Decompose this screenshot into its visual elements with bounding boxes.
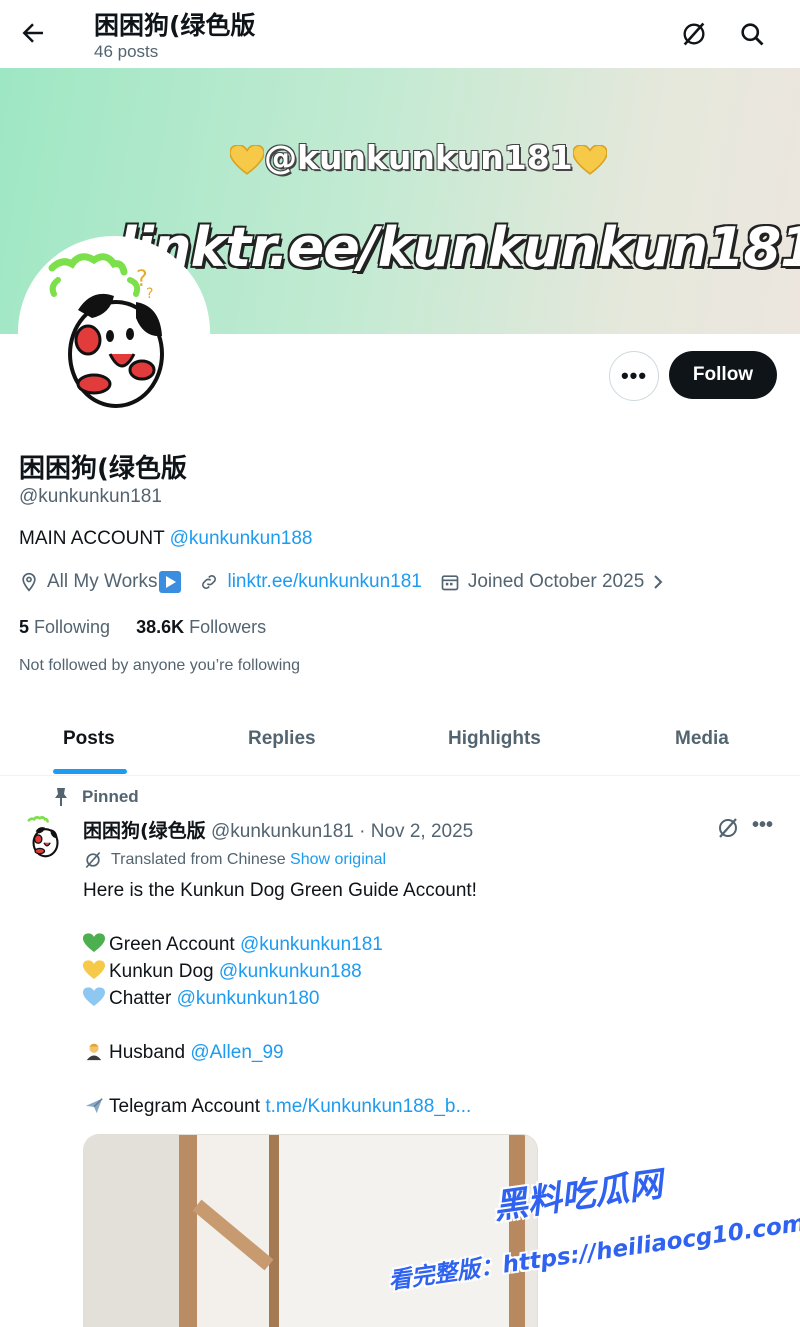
following-stat[interactable]: 5 Following [19,617,110,638]
chevron-right-icon [654,575,663,589]
back-arrow-icon[interactable] [18,18,48,48]
translation-note: Translated from Chinese Show original [83,850,386,870]
follow-button[interactable]: Follow [669,351,777,399]
location-icon [22,572,36,592]
website-link[interactable]: linktr.ee/kunkunkun181 [227,571,421,593]
search-icon[interactable] [738,20,766,48]
green-account-link[interactable]: @kunkunkun181 [240,934,383,955]
not-followed-note: Not followed by anyone you’re following [19,657,301,674]
translate-icon [85,851,101,869]
location-text: All My Works [47,571,158,592]
post-line-green: Green Account @kunkunkun181 [83,931,477,958]
post-text: Here is the Kunkun Dog Green Guide Accou… [83,877,477,1120]
chatter-account-link[interactable]: @kunkunkun180 [177,988,320,1009]
joined-text: Joined October 2025 [467,571,645,592]
dog-avatar-illustration: ? ? [48,253,164,408]
profile-tabs: Posts Replies Highlights Media [0,710,800,776]
followers-stat[interactable]: 38.6K Followers [136,617,266,638]
tab-replies[interactable]: Replies [248,728,316,750]
translated-label: Translated from Chinese [111,851,286,868]
telegram-link[interactable]: t.me/Kunkunkun188_b... [265,1096,471,1117]
profile-website[interactable]: linktr.ee/kunkunkun181 [199,571,422,593]
post-line-chatter: Chatter @kunkunkun180 [83,985,477,1012]
dog-avatar-illustration [27,816,59,858]
post-count: 46 posts [94,42,159,61]
green-heart-icon [83,933,105,952]
post-line-intro: Here is the Kunkun Dog Green Guide Accou… [83,880,477,901]
yellow-heart-icon [572,144,607,175]
grok-icon[interactable] [716,816,740,840]
yellow-heart-icon [230,144,264,175]
bio-mention-link[interactable]: @kunkunkun188 [170,528,313,549]
top-bar: 困困狗(绿色版 46 posts [0,0,800,68]
room-door-photo [84,1135,537,1327]
profile-stats: 5 Following 38.6K Followers [19,617,292,638]
more-options-button[interactable]: ••• [609,351,659,401]
post-header: 困困狗(绿色版 @kunkunkun181 · Nov 2, 2025 [83,816,473,843]
bio-text: MAIN ACCOUNT [19,528,170,549]
banner-handle-text: @kunkunkun181 [230,138,607,177]
grok-icon[interactable] [680,20,708,48]
calendar-icon [441,575,459,591]
page-title: 困困狗(绿色版 [94,11,256,40]
post-author-handle[interactable]: @kunkunkun181 [211,821,354,842]
play-button-emoji-icon [159,571,182,593]
husband-account-link[interactable]: @Allen_99 [190,1042,283,1063]
yellow-heart-icon [83,960,105,979]
post-line-kunkun: Kunkun Dog @kunkunkun188 [83,958,477,985]
tab-media[interactable]: Media [675,728,729,750]
profile-avatar[interactable]: ? ? [18,236,210,428]
post-line-husband: Husband @Allen_99 [83,1039,477,1066]
profile-meta: All My Works linktr.ee/kunkunkun181 Join… [19,571,684,593]
profile-name: 困困狗(绿色版 [19,454,187,484]
banner-link-text: linktr.ee/kunkunkun181 [118,216,800,279]
post-separator: · [353,821,371,842]
active-tab-indicator [53,769,127,774]
tab-posts[interactable]: Posts [63,728,115,750]
profile-bio: MAIN ACCOUNT @kunkunkun188 [19,528,313,550]
show-original-link[interactable]: Show original [290,851,386,869]
svg-text:?: ? [146,286,153,302]
pin-icon [55,788,67,806]
airplane-icon [85,1098,103,1114]
kunkun-account-link[interactable]: @kunkunkun188 [219,961,362,982]
post-date[interactable]: Nov 2, 2025 [371,821,473,842]
post-author-avatar[interactable] [20,812,70,862]
post-line-telegram: Telegram Account t.me/Kunkunkun188_b... [83,1093,477,1120]
tab-highlights[interactable]: Highlights [448,728,541,750]
post-media-image[interactable] [83,1134,538,1327]
profile-handle: @kunkunkun181 [19,486,162,507]
post-more-button[interactable]: ••• [752,814,773,837]
post-author-name[interactable]: 困困狗(绿色版 [83,820,206,842]
profile-location: All My Works [19,571,182,593]
person-emoji-icon [86,1043,102,1061]
link-icon [202,575,217,589]
profile-joined[interactable]: Joined October 2025 [440,571,666,593]
pinned-indicator: Pinned [52,787,139,807]
blue-heart-icon [83,987,105,1006]
